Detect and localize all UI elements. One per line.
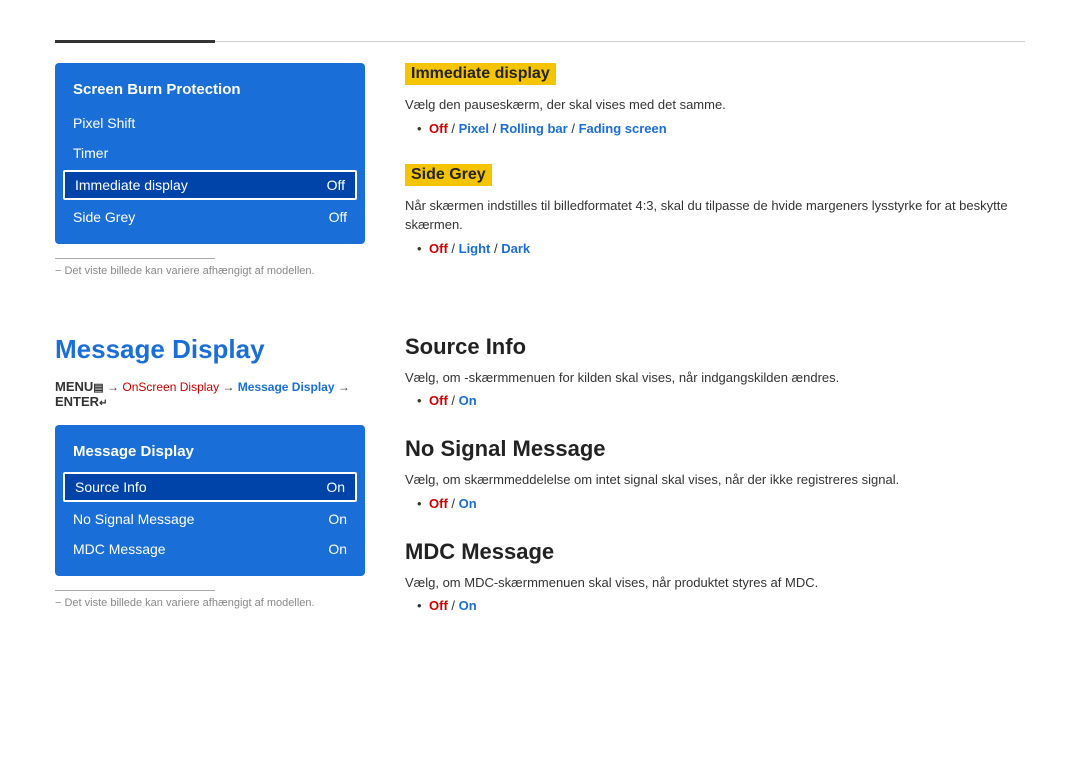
mdc-message-section: MDC Message Vælg, om MDC-skærmmenuen ska… <box>405 539 1025 614</box>
no-signal-options: Off / On <box>405 496 1025 511</box>
screen-burn-left: Screen Burn Protection Pixel Shift Timer… <box>55 63 365 284</box>
message-display-right: Source Info Vælg, om -skærmmenuen for ki… <box>405 334 1025 642</box>
no-signal-section: No Signal Message Vælg, om skærmmeddelel… <box>405 436 1025 511</box>
breadcrumb-arrow-2: → <box>222 380 237 394</box>
side-grey-section: Side Grey Når skærmen indstilles til bil… <box>405 164 1025 256</box>
mdc-message-option: Off / On <box>417 598 1025 613</box>
message-display-left: Message Display MENU▤ → OnScreen Display… <box>55 334 365 642</box>
spacer-1 <box>55 314 1025 334</box>
immediate-display-option: Off / Pixel / Rolling bar / Fading scree… <box>417 121 1025 136</box>
breadcrumb-message-display: Message Display <box>238 380 335 394</box>
mdc-message-options: Off / On <box>405 598 1025 613</box>
screen-burn-section: Screen Burn Protection Pixel Shift Timer… <box>55 63 1025 284</box>
note-line-1 <box>55 258 215 259</box>
source-info-title: Source Info <box>405 334 1025 360</box>
menu-item-source-info[interactable]: Source Info On <box>63 472 357 502</box>
no-signal-desc: Vælg, om skærmmeddelelse om intet signal… <box>405 470 1025 490</box>
menu-item-no-signal[interactable]: No Signal Message On <box>55 504 365 534</box>
no-signal-title: No Signal Message <box>405 436 1025 462</box>
immediate-display-section: Immediate display Vælg den pauseskærm, d… <box>405 63 1025 136</box>
breadcrumb-arrow-3: → <box>338 380 350 394</box>
breadcrumb-enter: ENTER↵ <box>55 394 107 409</box>
top-divider <box>55 40 1025 43</box>
breadcrumb-onscreen: OnScreen Display <box>122 380 219 394</box>
message-display-section: Message Display MENU▤ → OnScreen Display… <box>55 334 1025 642</box>
source-info-option: Off / On <box>417 393 1025 408</box>
immediate-display-desc: Vælg den pauseskærm, der skal vises med … <box>405 95 1025 115</box>
source-info-options: Off / On <box>405 393 1025 408</box>
menu-item-timer[interactable]: Timer <box>55 138 365 168</box>
mdc-message-title: MDC Message <box>405 539 1025 565</box>
top-divider-dark <box>55 40 215 43</box>
menu-item-mdc-message[interactable]: MDC Message On <box>55 534 365 564</box>
breadcrumb: MENU▤ → OnScreen Display → Message Displ… <box>55 379 365 409</box>
message-display-heading: Message Display <box>55 334 365 365</box>
menu-item-pixel-shift[interactable]: Pixel Shift <box>55 108 365 138</box>
source-info-desc: Vælg, om -skærmmenuen for kilden skal vi… <box>405 368 1025 388</box>
immediate-display-title: Immediate display <box>405 63 556 85</box>
note-line-2 <box>55 590 215 591</box>
source-info-section: Source Info Vælg, om -skærmmenuen for ki… <box>405 334 1025 409</box>
message-display-menu: Message Display Source Info On No Signal… <box>55 425 365 576</box>
screen-burn-title: Screen Burn Protection <box>55 75 365 108</box>
side-grey-desc: Når skærmen indstilles til billedformate… <box>405 196 1025 235</box>
menu-item-side-grey[interactable]: Side Grey Off <box>55 202 365 232</box>
menu-item-immediate-display[interactable]: Immediate display Off <box>63 170 357 200</box>
screen-burn-menu: Screen Burn Protection Pixel Shift Timer… <box>55 63 365 244</box>
breadcrumb-menu: MENU▤ <box>55 379 104 394</box>
breadcrumb-arrow-1: → <box>107 380 122 394</box>
side-grey-options: Off / Light / Dark <box>405 241 1025 256</box>
no-signal-option: Off / On <box>417 496 1025 511</box>
mdc-message-desc: Vælg, om MDC-skærmmenuen skal vises, når… <box>405 573 1025 593</box>
top-divider-light <box>215 41 1025 42</box>
note-text-2: − Det viste billede kan variere afhængig… <box>55 597 365 609</box>
message-display-menu-title: Message Display <box>55 437 365 470</box>
side-grey-title: Side Grey <box>405 164 492 186</box>
immediate-display-options: Off / Pixel / Rolling bar / Fading scree… <box>405 121 1025 136</box>
note-text-1: − Det viste billede kan variere afhængig… <box>55 265 365 277</box>
screen-burn-right: Immediate display Vælg den pauseskærm, d… <box>405 63 1025 284</box>
side-grey-option: Off / Light / Dark <box>417 241 1025 256</box>
